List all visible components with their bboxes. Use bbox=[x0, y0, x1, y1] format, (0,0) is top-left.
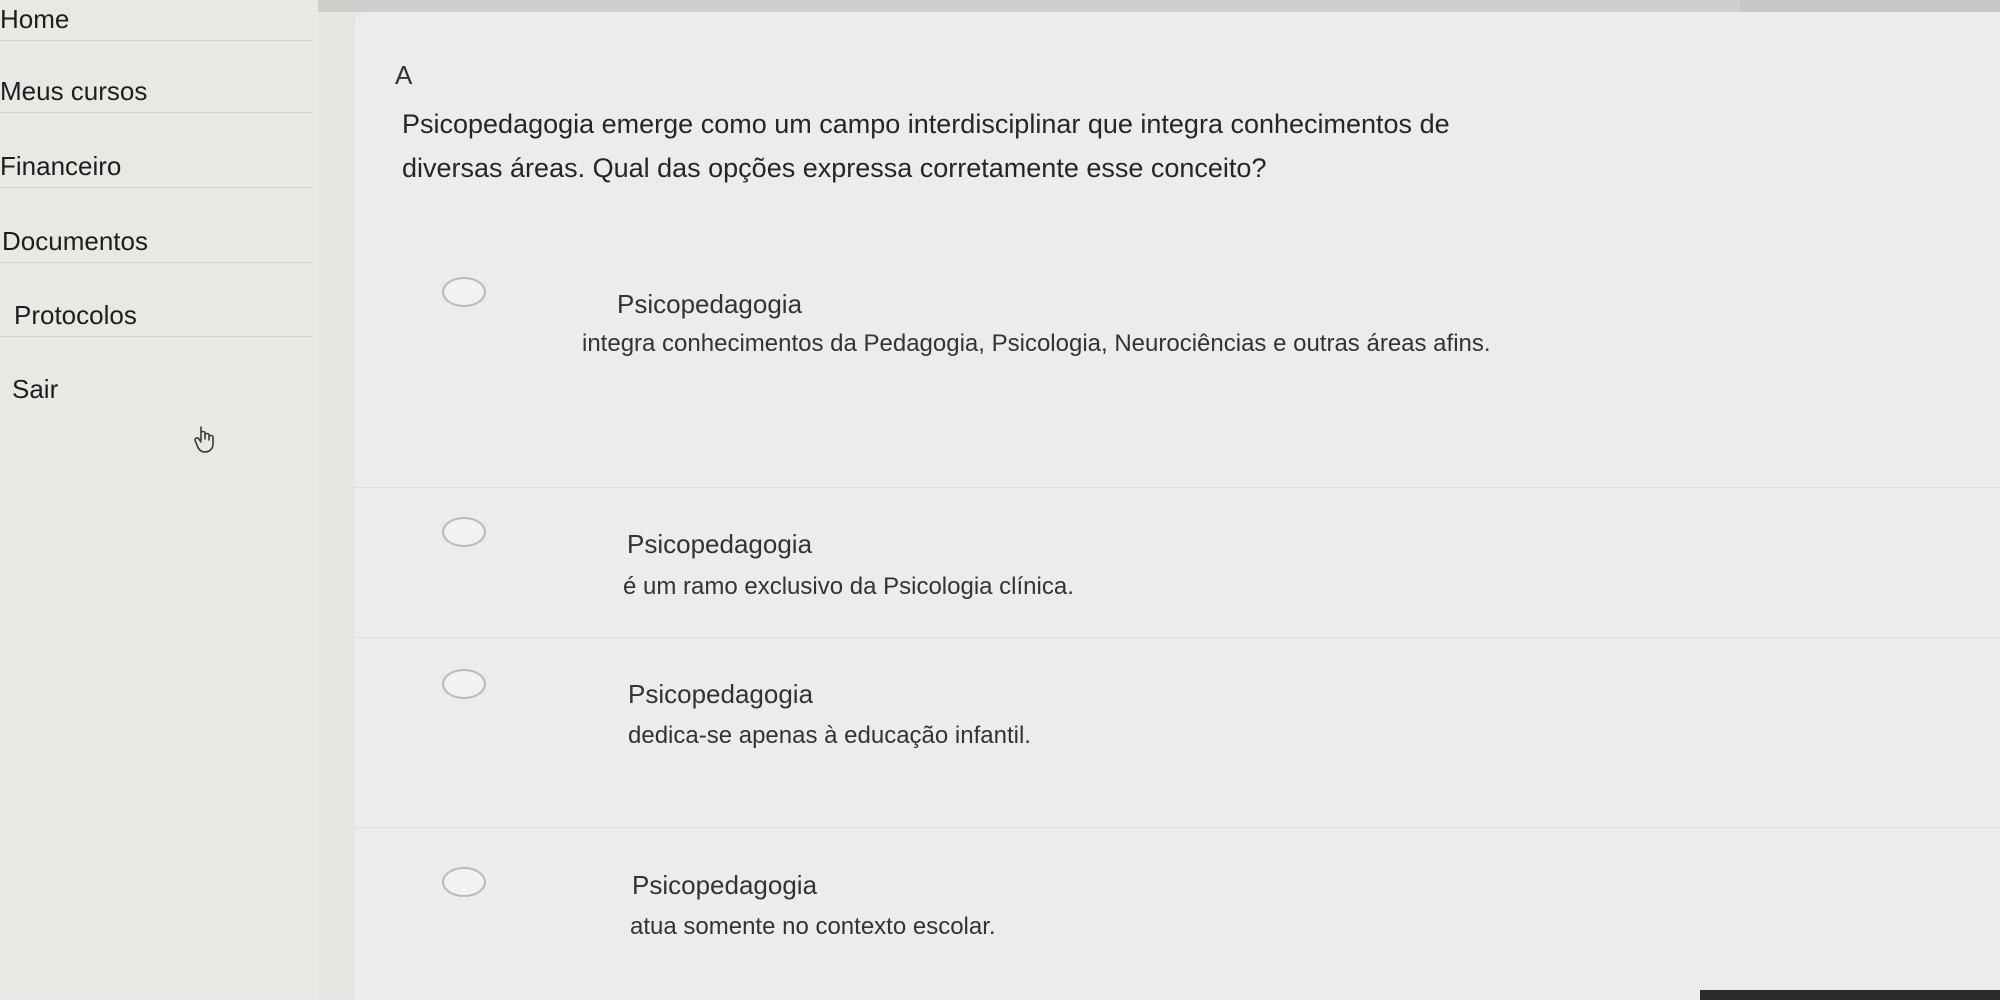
bottom-edge bbox=[1700, 990, 2000, 1000]
option-radio[interactable] bbox=[442, 517, 486, 547]
sidebar-item-label: Protocolos bbox=[14, 300, 137, 330]
hand-pointer-icon bbox=[194, 426, 214, 453]
option-title: Psicopedagogia bbox=[627, 529, 813, 559]
option-d[interactable]: Psicopedagogia atua somente no contexto … bbox=[355, 857, 2000, 977]
option-b[interactable]: Psicopedagogia é um ramo exclusivo da Ps… bbox=[355, 512, 2000, 642]
option-title: Psicopedagogia bbox=[628, 679, 814, 709]
sidebar-item-home[interactable]: Home bbox=[0, 0, 312, 41]
sidebar-item-protocolos[interactable]: Protocolos bbox=[0, 296, 312, 337]
option-title: Psicopedagogia bbox=[632, 870, 818, 900]
question-letter: A bbox=[395, 60, 413, 90]
sidebar-item-documentos[interactable]: Documentos bbox=[0, 222, 312, 263]
option-title: Psicopedagogia bbox=[617, 289, 803, 319]
option-description: é um ramo exclusivo da Psicologia clínic… bbox=[623, 573, 1074, 600]
sidebar-item-label: Financeiro bbox=[0, 151, 122, 181]
sidebar: Home Meus cursos Financeiro Documentos P… bbox=[0, 0, 318, 1000]
option-radio[interactable] bbox=[442, 867, 486, 897]
sidebar-item-label: Meus cursos bbox=[0, 76, 148, 106]
option-description: dedica-se apenas à educação infantil. bbox=[628, 722, 1031, 749]
option-radio[interactable] bbox=[442, 669, 486, 699]
option-radio[interactable] bbox=[442, 277, 486, 307]
option-description: integra conhecimentos da Pedagogia, Psic… bbox=[582, 330, 1491, 357]
sidebar-item-label: Sair bbox=[12, 374, 59, 404]
sidebar-item-label: Home bbox=[0, 4, 70, 34]
option-description: atua somente no contexto escolar. bbox=[630, 913, 996, 940]
option-a[interactable]: Psicopedagogia integra conhecimentos da … bbox=[355, 267, 2000, 487]
option-divider bbox=[355, 827, 2000, 828]
option-c[interactable]: Psicopedagogia dedica-se apenas à educaç… bbox=[355, 667, 2000, 827]
sidebar-item-meus-cursos[interactable]: Meus cursos bbox=[0, 72, 312, 113]
app-window: Home Meus cursos Financeiro Documentos P… bbox=[0, 0, 2000, 1000]
option-divider bbox=[355, 487, 2000, 488]
sidebar-item-sair[interactable]: Sair bbox=[0, 370, 312, 410]
sidebar-item-financeiro[interactable]: Financeiro bbox=[0, 147, 312, 188]
option-divider bbox=[355, 637, 2000, 638]
question-panel: A Psicopedagogia emerge como um campo in… bbox=[355, 12, 2000, 1000]
sidebar-item-label: Documentos bbox=[2, 226, 148, 256]
question-text: Psicopedagogia emerge como um campo inte… bbox=[402, 109, 1450, 183]
